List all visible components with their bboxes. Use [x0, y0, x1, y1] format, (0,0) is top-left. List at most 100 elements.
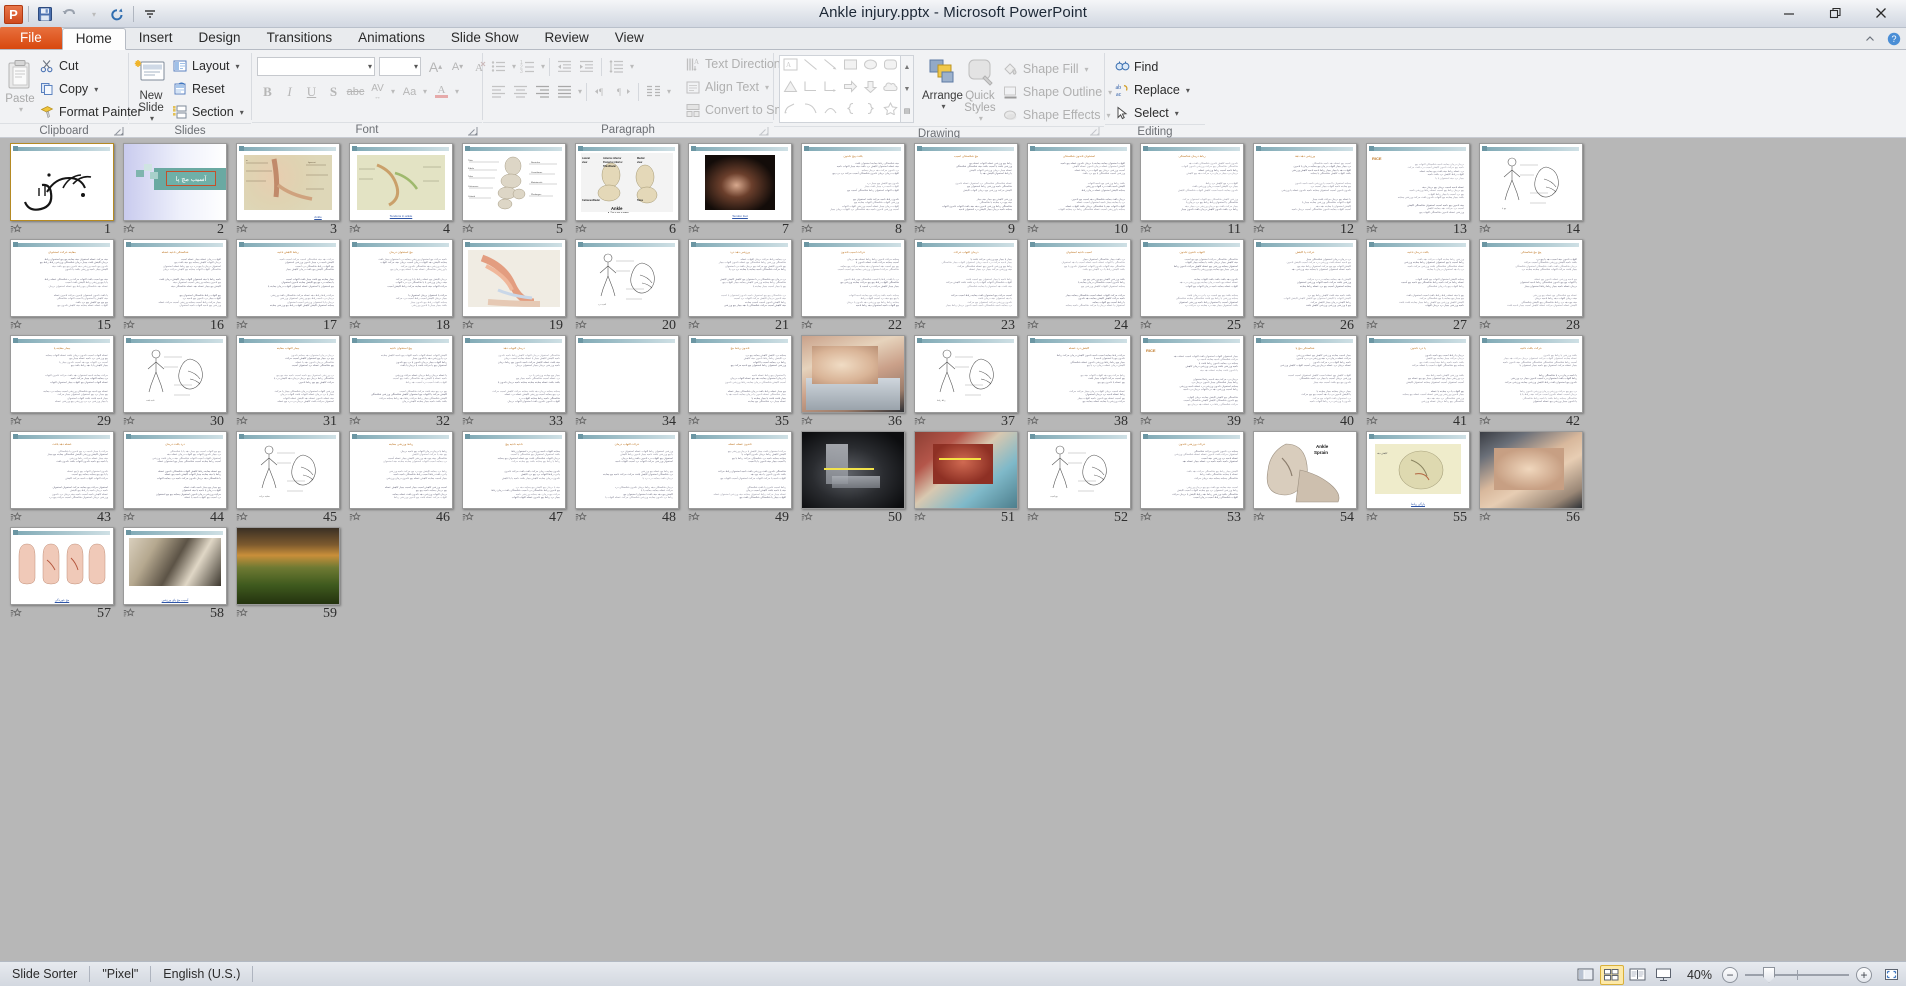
slide-thumbnail-26[interactable]: حرکت پا کاهشدرد درمان درمان استخوان شکست…: [1251, 239, 1364, 335]
slide-preview[interactable]: پیچ استخوان ناحیهکاهش التهاب عضله التهاب…: [349, 335, 453, 413]
transition-star-icon[interactable]: [1479, 224, 1491, 236]
transition-star-icon[interactable]: [688, 224, 700, 236]
slide-preview[interactable]: بافت پیچ تاندوندهد شکستگی رباط معاینه اس…: [801, 143, 905, 221]
transition-star-icon[interactable]: [1253, 512, 1265, 524]
slide-preview[interactable]: کاهش دهدپارگی رباط: [1366, 431, 1470, 509]
shapes-scroll-down-icon[interactable]: ▼: [904, 78, 911, 100]
transition-star-icon[interactable]: [123, 608, 135, 620]
slide-thumbnail-34[interactable]: 34: [573, 335, 686, 431]
transition-star-icon[interactable]: [1027, 224, 1039, 236]
transition-star-icon[interactable]: [349, 224, 361, 236]
tab-animations[interactable]: Animations: [345, 27, 438, 49]
slide-preview[interactable]: Tendon foot: [688, 143, 792, 221]
replace-button[interactable]: ab ac Replace ▾: [1110, 79, 1194, 101]
transition-star-icon[interactable]: [462, 224, 474, 236]
slide-preview[interactable]: شکستگی ناحیه عضلهالتهاب درمان عضله بیمار…: [123, 239, 227, 317]
transition-star-icon[interactable]: [462, 320, 474, 332]
clipboard-dialog-launcher[interactable]: [113, 124, 125, 136]
transition-star-icon[interactable]: [349, 512, 361, 524]
slide-preview[interactable]: Lateral view Anterior-inferior Posterior-in…: [575, 143, 679, 221]
slide-thumbnail-6[interactable]: Lateral view Anterior-inferior Posterior-in…: [573, 143, 686, 239]
down-arrow-shape-icon[interactable]: [863, 80, 878, 98]
slide-thumbnail-23[interactable]: درمان التهاب حرکتبیمار پا بیمار مچ ورزشی…: [912, 239, 1025, 335]
transition-star-icon[interactable]: [10, 512, 22, 524]
slide-thumbnail-19[interactable]: 19: [460, 239, 573, 335]
slide-preview[interactable]: رباط کاهش ناحیهحرکت دهد دهد شکستگی آسیب …: [236, 239, 340, 317]
slide-thumbnail-32[interactable]: پیچ استخوان ناحیهکاهش التهاب عضله التهاب…: [347, 335, 460, 431]
slide-thumbnail-16[interactable]: شکستگی ناحیه عضلهالتهاب درمان عضله بیمار…: [121, 239, 234, 335]
slide-thumbnail-48[interactable]: حرکت التهاب درمانورزشی استخوان رباط الته…: [573, 431, 686, 527]
shapes-gallery-scrollbar[interactable]: ▲ ▼ ▤: [901, 55, 914, 123]
transition-star-icon[interactable]: [575, 512, 587, 524]
transition-star-icon[interactable]: [688, 320, 700, 332]
slide-preview[interactable]: استخوان تاندون شکستگیالتهاب استخوان معای…: [1027, 143, 1131, 221]
transition-star-icon[interactable]: [1253, 224, 1265, 236]
slide-thumbnail-51[interactable]: 51: [912, 431, 1025, 527]
triangle-shape-icon[interactable]: [783, 80, 798, 98]
slide-thumbnail-13[interactable]: RICEدرمان درمان معاینه ناحیه شکستگی الته…: [1364, 143, 1477, 239]
slide-preview[interactable]: التهاب تاندون تاندونشکستگی شکستگی حرکت ا…: [1140, 239, 1244, 317]
reading-view-button[interactable]: [1626, 965, 1650, 985]
slide-thumbnail-56[interactable]: 56: [1477, 431, 1590, 527]
slide-preview[interactable]: آسیب ناحیه استخواندرد بافت بیمار شکستگی …: [1027, 239, 1131, 317]
transition-star-icon[interactable]: [236, 224, 248, 236]
slide-thumbnail-4[interactable]: Tendons in ankle 4: [347, 143, 460, 239]
slide-preview[interactable]: آسیب مچ پای ورزشی: [123, 527, 227, 605]
align-center-button[interactable]: [510, 81, 531, 102]
transition-star-icon[interactable]: [1027, 416, 1039, 428]
zoom-slider[interactable]: [1745, 967, 1849, 983]
slide-preview[interactable]: [914, 431, 1018, 509]
bold-button[interactable]: B: [257, 81, 278, 102]
slide-preview[interactable]: ناحیه بافت: [123, 335, 227, 413]
transition-star-icon[interactable]: [914, 512, 926, 524]
increase-indent-button[interactable]: [576, 56, 597, 77]
slide-thumbnail-27[interactable]: بافت درمان ناحیهورزشی رباط معاینه التهاب…: [1364, 239, 1477, 335]
quick-styles-button[interactable]: Quick Styles ▾: [963, 55, 997, 123]
transition-star-icon[interactable]: [1366, 224, 1378, 236]
left-brace-shape-icon[interactable]: [843, 102, 858, 120]
drawing-dialog-launcher[interactable]: [1089, 124, 1101, 136]
help-icon[interactable]: ?: [1886, 31, 1902, 47]
slide-thumbnail-3[interactable]: m. ligament Ankle 3: [234, 143, 347, 239]
cloud-shape-icon[interactable]: [883, 80, 898, 98]
transition-star-icon[interactable]: [1366, 320, 1378, 332]
paste-button[interactable]: Paste ▾: [5, 56, 35, 114]
slide-preview[interactable]: Tendons in ankle: [349, 143, 453, 221]
font-size-combobox[interactable]: ▾: [379, 57, 421, 76]
font-name-combobox[interactable]: ▾: [257, 57, 375, 76]
transition-star-icon[interactable]: [462, 416, 474, 428]
slide-thumbnail-2[interactable]: آسیب مچ پا 2: [121, 143, 234, 239]
transition-star-icon[interactable]: [914, 224, 926, 236]
arrow-shape-icon[interactable]: [823, 58, 838, 76]
slide-preview[interactable]: معاینه حرکت: [236, 431, 340, 509]
arrange-button[interactable]: Arrange ▾: [922, 55, 963, 111]
transition-star-icon[interactable]: [575, 416, 587, 428]
shapes-scroll-up-icon[interactable]: ▲: [904, 56, 911, 78]
slide-thumbnail-29[interactable]: بیمار معاینه پاعضله التهاب آسیب تاندون د…: [8, 335, 121, 431]
right-brace-shape-icon[interactable]: [863, 102, 878, 120]
slide-preview[interactable]: m. ligament Ankle: [236, 143, 340, 221]
slide-preview[interactable]: [575, 335, 679, 413]
transition-star-icon[interactable]: [575, 224, 587, 236]
slide-thumbnail-50[interactable]: 50: [799, 431, 912, 527]
slide-thumbnail-31[interactable]: بیمار التهاب معاینهدرمان درمان استخوان د…: [234, 335, 347, 431]
elbow-arrow-connector-icon[interactable]: [823, 80, 838, 98]
transition-star-icon[interactable]: [1140, 320, 1152, 332]
slide-preview[interactable]: ناحیه ناحیه پیچمعاینه التهاب ناحیه ورزشی…: [462, 431, 566, 509]
slide-thumbnail-7[interactable]: Tendon foot 7: [686, 143, 799, 239]
theme-name-label[interactable]: "Pixel": [90, 962, 150, 986]
slide-preview[interactable]: پیچ آسیب: [1027, 431, 1131, 509]
transition-star-icon[interactable]: [349, 416, 361, 428]
window-controls[interactable]: [1766, 0, 1904, 28]
slide-thumbnail-41[interactable]: پا درد تاندوندرمان پا رباط آسیب پیچ ناحی…: [1364, 335, 1477, 431]
slide-preview[interactable]: ورزشی دهد دهدآسیب پیچ عضله دهد ناحیه شکس…: [1253, 143, 1357, 221]
shape-outline-button[interactable]: Shape Outline ▾: [999, 81, 1116, 103]
find-button[interactable]: Find: [1110, 56, 1194, 78]
transition-star-icon[interactable]: [10, 416, 22, 428]
slide-thumbnail-10[interactable]: استخوان تاندون شکستگیالتهاب استخوان معای…: [1025, 143, 1138, 239]
slide-preview[interactable]: حرکت ورزشی تاندونمعاینه درد تاندون تاندو…: [1140, 431, 1244, 509]
bullets-button[interactable]: [488, 56, 509, 77]
slide-thumbnail-17[interactable]: رباط کاهش ناحیهحرکت دهد دهد شکستگی آسیب …: [234, 239, 347, 335]
slide-preview[interactable]: تاندون عضله عضلهحرکت استخوان بافت بیمار …: [688, 431, 792, 509]
transition-star-icon[interactable]: [575, 320, 587, 332]
